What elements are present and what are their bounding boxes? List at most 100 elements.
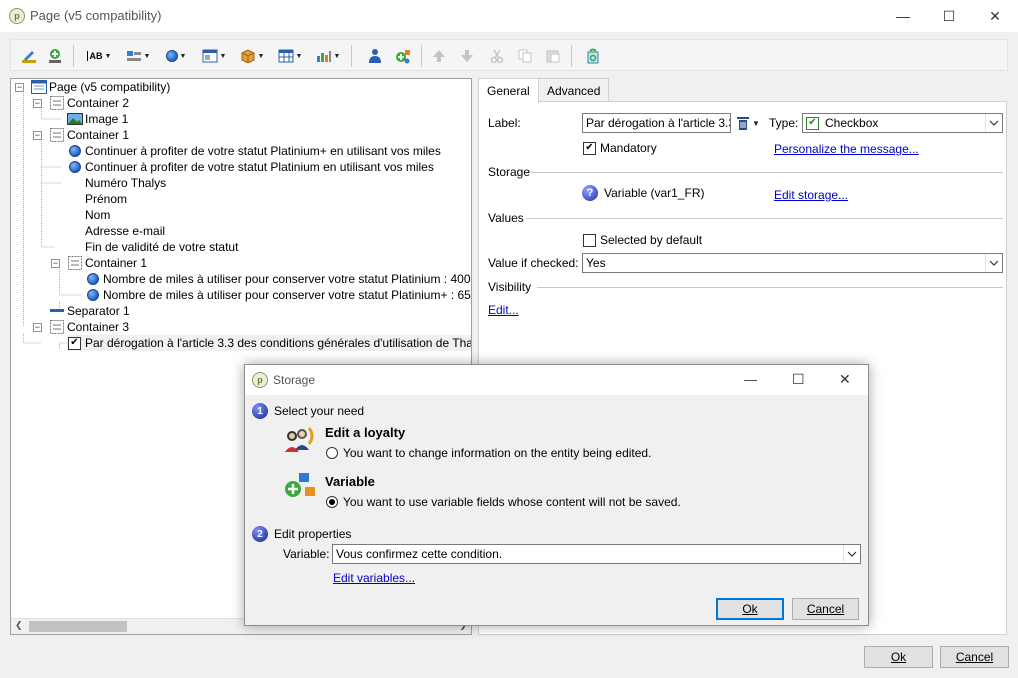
tree-node-label: Adresse e-mail xyxy=(85,224,166,238)
dialog-maximize-button[interactable]: ☐ xyxy=(792,371,805,388)
chevron-down-icon[interactable] xyxy=(985,114,1002,132)
collapse-toggle[interactable]: − xyxy=(33,99,42,108)
tree-node-html[interactable]: Nombre de miles à utiliser pour conserve… xyxy=(85,287,471,303)
dialog-minimize-button[interactable]: — xyxy=(744,372,757,387)
edit-pencil-button[interactable] xyxy=(19,46,39,66)
text-field-button[interactable]: AB ▼ xyxy=(81,46,117,66)
edit-properties-title: Edit properties xyxy=(274,527,352,541)
minimize-button[interactable]: — xyxy=(880,0,926,32)
tree-node-field[interactable]: Nom xyxy=(85,207,110,223)
paste-button[interactable] xyxy=(543,46,563,66)
cut-button[interactable] xyxy=(487,46,507,66)
text-field-icon: AB xyxy=(86,51,103,61)
value-if-checked-caption: Value if checked: xyxy=(488,256,579,270)
separator-icon xyxy=(49,304,65,318)
label-translate-button[interactable]: ▼ xyxy=(736,115,760,131)
chevron-down-icon[interactable] xyxy=(843,545,860,563)
user-button[interactable] xyxy=(365,46,385,66)
ok-button[interactable]: Ok xyxy=(864,646,933,668)
close-window-button[interactable]: ✕ xyxy=(972,0,1018,32)
tree-node-label: Page (v5 compatibility) xyxy=(49,80,171,94)
container-icon xyxy=(49,96,65,110)
edit-variables-link[interactable]: Edit variables... xyxy=(333,571,415,585)
tree-node-label: Separator 1 xyxy=(67,304,130,318)
value-if-checked-value: Yes xyxy=(586,256,606,270)
layout-dropdown-button[interactable]: ▼ xyxy=(197,46,231,66)
bar-chart-icon xyxy=(316,51,331,62)
chart-dropdown-button[interactable]: ▼ xyxy=(311,46,345,66)
tree-node-html[interactable]: Continuer à profiter de votre statut Pla… xyxy=(67,159,434,175)
tree-node-label: Continuer à profiter de votre statut Pla… xyxy=(85,144,441,158)
tree-node-html[interactable]: Nombre de miles à utiliser pour conserve… xyxy=(85,271,471,287)
variable-select[interactable]: Vous confirmez cette condition. xyxy=(332,544,861,564)
add-element-button[interactable] xyxy=(45,46,65,66)
label-input[interactable]: Par dérogation à l'article 3.3 xyxy=(582,113,731,133)
edit-loyalty-radio[interactable]: You want to change information on the en… xyxy=(326,446,651,460)
edit-visibility-link[interactable]: Edit... xyxy=(488,303,519,317)
tree-node-checkbox-selected[interactable]: ✔ Par dérogation à l'article 3.3 des con… xyxy=(67,335,471,351)
scroll-left-icon[interactable]: ❮ xyxy=(15,620,23,631)
move-up-button[interactable] xyxy=(429,46,449,66)
tab-advanced[interactable]: Advanced xyxy=(538,78,610,102)
toolbar: AB ▼ ▼ ▼ ▼ ▼ ▼ ▼ xyxy=(10,39,1008,71)
collapse-toggle[interactable]: − xyxy=(51,259,60,268)
image-icon xyxy=(67,112,83,126)
globe-dropdown-button[interactable]: ▼ xyxy=(159,46,193,66)
tree-node-label: Prénom xyxy=(85,192,128,206)
package-icon xyxy=(241,49,255,63)
selected-by-default-checkbox[interactable]: Selected by default xyxy=(583,233,702,247)
tree-node-field[interactable]: Adresse e-mail xyxy=(85,223,165,239)
tree-node-container[interactable]: Container 2 xyxy=(49,95,129,111)
dialog-close-button[interactable]: ✕ xyxy=(839,371,851,388)
tree-node-image[interactable]: Image 1 xyxy=(67,111,128,127)
collapse-toggle[interactable]: − xyxy=(33,323,42,332)
loyalty-icon xyxy=(283,424,317,457)
collapse-toggle[interactable]: − xyxy=(15,83,24,92)
tree-node-container[interactable]: Container 1 xyxy=(49,127,129,143)
radio-selected-icon xyxy=(326,496,338,508)
variable-caption: Variable: xyxy=(283,547,330,561)
copy-button[interactable] xyxy=(515,46,535,66)
tree-node-html[interactable]: Continuer à profiter de votre statut Pla… xyxy=(67,143,441,159)
values-section-title: Values xyxy=(488,211,524,225)
edit-loyalty-description: You want to change information on the en… xyxy=(343,446,652,460)
tree-node-separator[interactable]: Separator 1 xyxy=(49,303,130,319)
app-logo-icon: p xyxy=(9,8,25,24)
personalize-message-link[interactable]: Personalize the message... xyxy=(774,142,919,156)
type-select[interactable]: ✔ Checkbox xyxy=(802,113,1003,133)
globe-icon xyxy=(67,144,83,158)
storage-section-title: Storage xyxy=(488,165,531,179)
help-icon: ? xyxy=(582,185,598,201)
chevron-down-icon[interactable] xyxy=(985,254,1002,272)
cancel-button[interactable]: Cancel xyxy=(940,646,1009,668)
dialog-ok-button[interactable]: Ok xyxy=(716,598,784,620)
collapse-toggle[interactable]: − xyxy=(33,131,42,140)
scrollbar-thumb[interactable] xyxy=(29,621,127,632)
table-dropdown-button[interactable]: ▼ xyxy=(273,46,307,66)
box-dropdown-button[interactable]: ▼ xyxy=(235,46,269,66)
dialog-cancel-button[interactable]: Cancel xyxy=(792,598,859,620)
arrow-up-icon xyxy=(433,50,445,62)
edit-storage-link[interactable]: Edit storage... xyxy=(774,188,848,202)
input-list-button[interactable]: ▼ xyxy=(121,46,155,66)
checkbox-icon: ✔ xyxy=(68,336,81,350)
value-if-checked-select[interactable]: Yes xyxy=(582,253,1003,273)
add-component-button[interactable] xyxy=(393,46,413,66)
tree-node-label: Continuer à profiter de votre statut Pla… xyxy=(85,160,434,174)
globe-icon xyxy=(165,50,178,62)
tab-general[interactable]: General xyxy=(478,78,539,103)
tree-node-container[interactable]: Container 3 xyxy=(49,319,129,335)
type-select-value: Checkbox xyxy=(825,116,879,130)
tree-node-page[interactable]: Page (v5 compatibility) xyxy=(31,79,170,95)
tree-node-label: Numéro Thalys xyxy=(85,176,167,190)
tree-node-field[interactable]: Fin de validité de votre statut xyxy=(85,239,238,255)
move-down-button[interactable] xyxy=(457,46,477,66)
refresh-button[interactable] xyxy=(583,46,603,66)
tree-node-field[interactable]: Numéro Thalys xyxy=(85,175,166,191)
maximize-button[interactable]: ☐ xyxy=(926,0,972,32)
tree-node-field[interactable]: Prénom xyxy=(85,191,127,207)
variable-radio[interactable]: You want to use variable fields whose co… xyxy=(326,495,681,509)
mandatory-checkbox[interactable]: ✔ Mandatory xyxy=(583,141,657,155)
tree-node-container[interactable]: Container 1 xyxy=(67,255,147,271)
checkbox-unchecked-icon xyxy=(583,233,596,247)
